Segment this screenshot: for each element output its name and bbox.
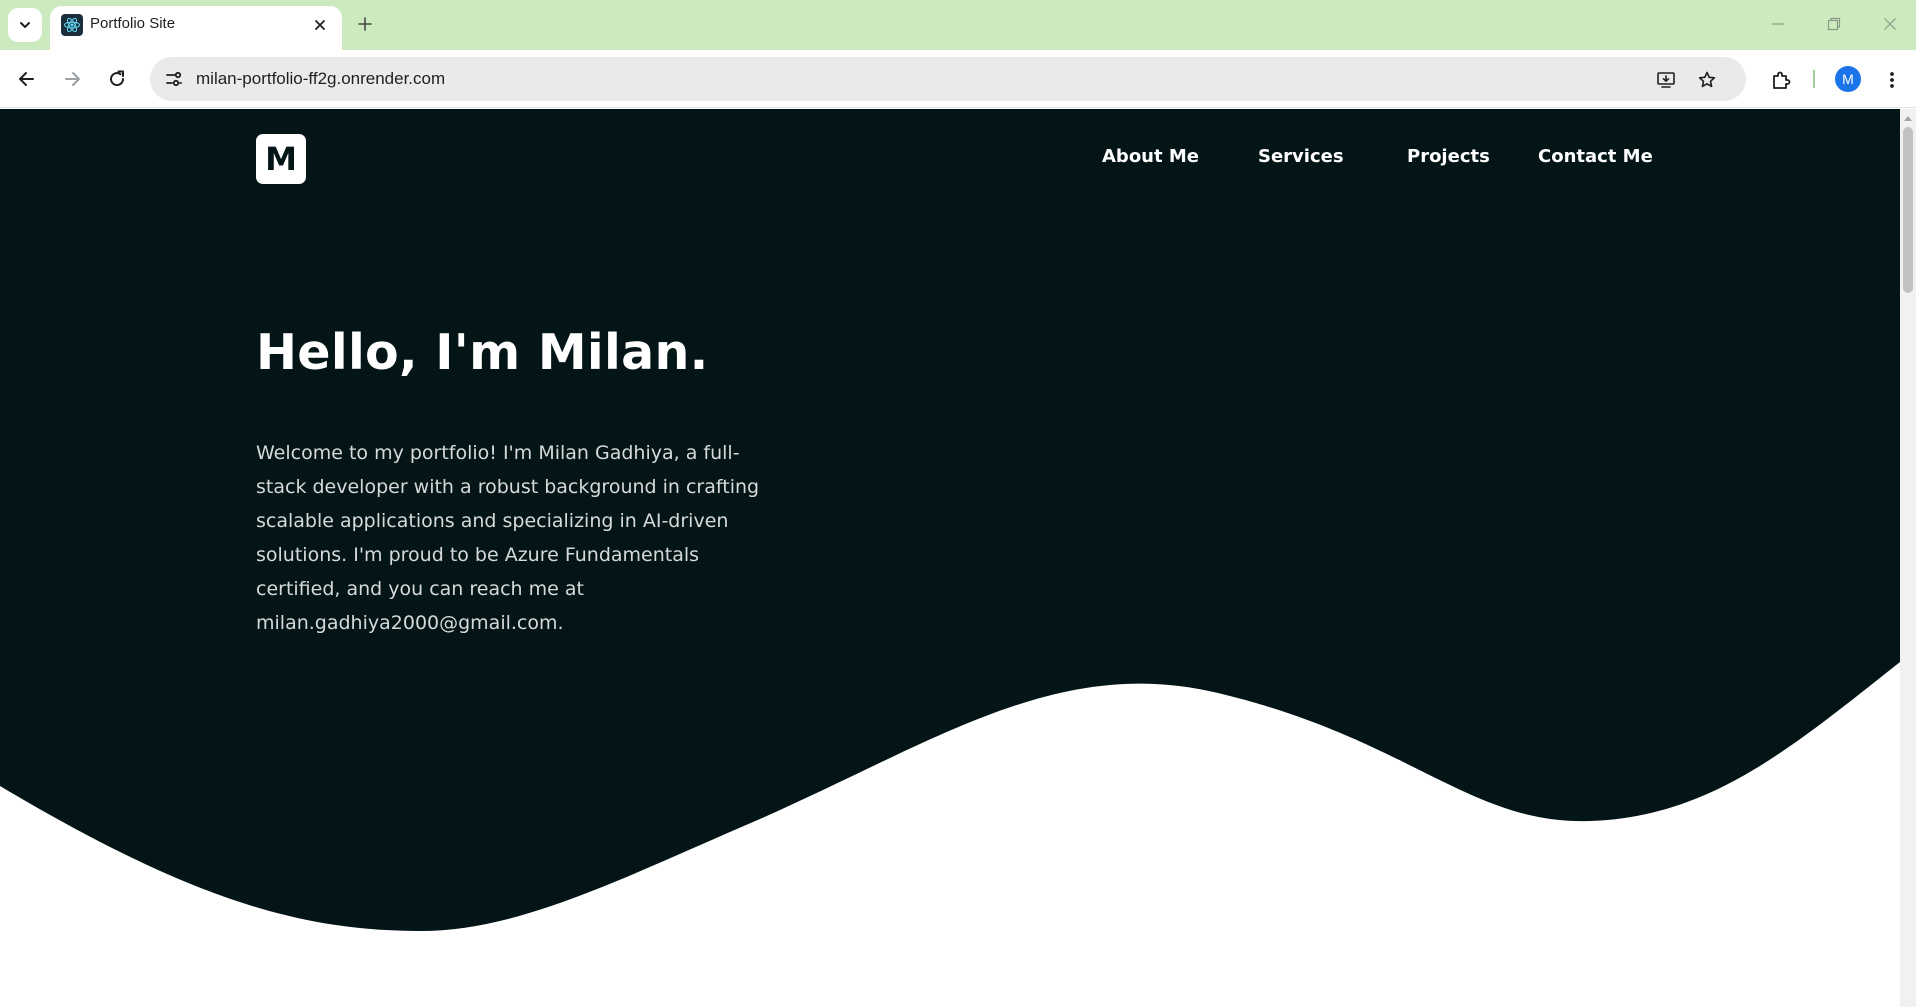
- window-close-button[interactable]: [1870, 8, 1910, 40]
- plus-icon: [358, 17, 372, 31]
- react-atom-icon: [61, 14, 83, 36]
- minimize-icon: [1772, 23, 1784, 25]
- page-scrollbar[interactable]: [1900, 109, 1916, 1007]
- nav-link-contact[interactable]: Contact Me: [1538, 146, 1653, 167]
- page-viewport: M About Me Services Projects Contact Me …: [0, 109, 1900, 1007]
- arrow-left-icon: [19, 72, 34, 86]
- nav-link-projects[interactable]: Projects: [1407, 146, 1490, 167]
- hero-title: Hello, I'm Milan.: [256, 324, 709, 381]
- scroll-up-arrow-icon[interactable]: [1900, 111, 1916, 125]
- browser-toolbar: milan-portfolio-ff2g.onrender.com M: [0, 50, 1916, 108]
- close-icon[interactable]: [308, 13, 332, 37]
- bookmark-star-icon[interactable]: [1693, 66, 1721, 94]
- toolbar-divider: [1813, 70, 1815, 88]
- back-button[interactable]: [10, 62, 44, 96]
- reload-button[interactable]: [100, 62, 134, 96]
- install-app-icon[interactable]: [1652, 66, 1680, 94]
- more-menu-icon[interactable]: [1880, 65, 1904, 95]
- scrollbar-thumb[interactable]: [1903, 127, 1913, 293]
- tab-search-button[interactable]: [8, 8, 42, 42]
- minimize-button[interactable]: [1758, 8, 1798, 40]
- hero-description: Welcome to my portfolio! I'm Milan Gadhi…: [256, 442, 760, 634]
- site-settings-icon[interactable]: [160, 65, 188, 93]
- extensions-puzzle-icon[interactable]: [1766, 65, 1796, 95]
- profile-avatar[interactable]: M: [1835, 66, 1861, 92]
- address-bar[interactable]: milan-portfolio-ff2g.onrender.com: [150, 57, 1746, 101]
- nav-link-services[interactable]: Services: [1258, 146, 1344, 167]
- reload-icon: [110, 70, 125, 87]
- restore-icon: [1827, 17, 1841, 31]
- restore-button[interactable]: [1814, 8, 1854, 40]
- forward-button[interactable]: [55, 62, 89, 96]
- tab-strip: Portfolio Site: [0, 0, 1916, 50]
- site-nav: About Me Services Projects Contact Me: [0, 146, 1900, 176]
- arrow-right-icon: [65, 72, 80, 86]
- browser-tab[interactable]: Portfolio Site: [50, 6, 342, 50]
- url-text[interactable]: milan-portfolio-ff2g.onrender.com: [196, 69, 445, 89]
- new-tab-button[interactable]: [352, 11, 378, 37]
- close-icon: [1884, 18, 1896, 30]
- tab-title: Portfolio Site: [90, 15, 176, 32]
- chevron-down-icon: [20, 22, 30, 28]
- nav-link-about[interactable]: About Me: [1102, 146, 1199, 167]
